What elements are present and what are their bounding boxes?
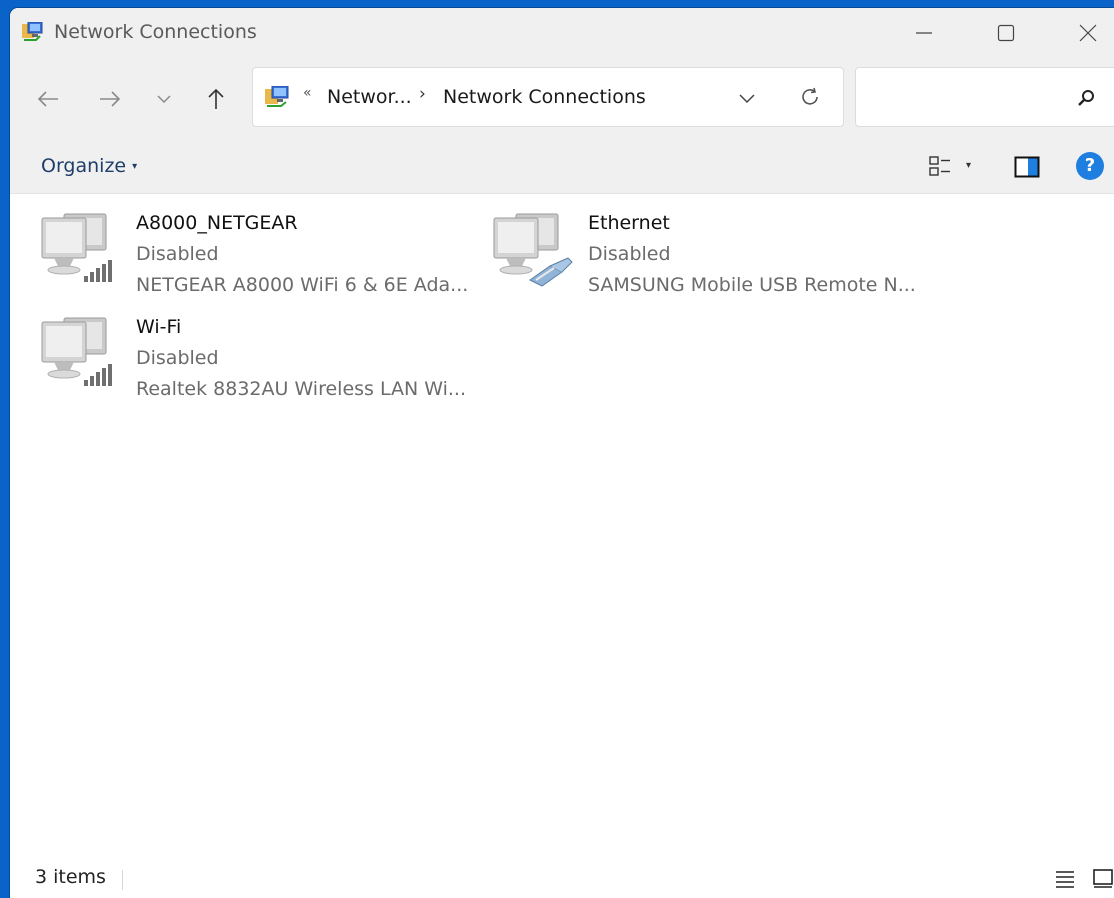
item-device: Realtek 8832AU Wireless LAN Wi... (136, 378, 467, 400)
breadcrumb-separator[interactable]: › (419, 84, 426, 104)
view-options-caret-icon[interactable]: ▾ (966, 160, 971, 171)
wireless-adapter-icon (41, 317, 112, 386)
maximize-icon (997, 24, 1015, 42)
title-bar[interactable]: Network Connections (10, 8, 1114, 58)
arrow-up-icon (208, 88, 224, 109)
navigation-bar: « Networ... › Network Connections (10, 58, 1114, 140)
change-view-icon[interactable] (928, 154, 952, 178)
recent-locations-button[interactable] (144, 81, 184, 117)
ethernet-adapter-icon (493, 213, 573, 287)
address-bar[interactable]: « Networ... › Network Connections (252, 67, 844, 127)
arrow-right-icon (100, 91, 121, 107)
close-button[interactable] (1054, 8, 1114, 58)
item-name: A8000_NETGEAR (136, 212, 298, 234)
help-icon: ? (1084, 155, 1096, 176)
arrow-left-icon (37, 91, 58, 107)
help-button[interactable]: ? (1076, 152, 1104, 180)
list-item[interactable]: Ethernet Disabled SAMSUNG Mobile USB Rem… (462, 194, 916, 296)
maximize-button[interactable] (972, 8, 1040, 58)
item-name: Ethernet (588, 212, 670, 234)
network-connections-location-icon (265, 86, 289, 107)
organize-menu-button[interactable]: Organize ▾ (41, 155, 137, 177)
details-view-icon[interactable] (1054, 868, 1076, 888)
wireless-adapter-icon (41, 213, 112, 282)
large-icons-view-icon[interactable] (1092, 868, 1114, 888)
chevron-down-icon (739, 94, 755, 104)
item-device: NETGEAR A8000 WiFi 6 & 6E Ada... (136, 274, 469, 296)
search-input[interactable] (866, 82, 1070, 112)
refresh-button[interactable] (796, 84, 824, 110)
breadcrumb-overflow-button[interactable]: « (303, 85, 312, 101)
item-count: 3 items (35, 866, 106, 888)
explorer-window: Network Connections « Networ... › Networ… (10, 8, 1114, 898)
minimize-icon (916, 32, 932, 34)
back-button[interactable] (28, 81, 68, 117)
item-device: SAMSUNG Mobile USB Remote N... (588, 274, 916, 296)
list-item[interactable]: A8000_NETGEAR Disabled NETGEAR A8000 WiF… (10, 194, 468, 296)
search-box[interactable] (855, 67, 1114, 127)
item-status: Disabled (136, 243, 219, 265)
item-status: Disabled (136, 347, 219, 369)
close-icon (1079, 24, 1097, 42)
list-item[interactable]: Wi-Fi Disabled Realtek 8832AU Wireless L… (10, 298, 466, 400)
command-bar: Organize ▾ ▾ ? (10, 140, 1114, 194)
breadcrumb-network[interactable]: Networ... (327, 86, 412, 108)
minimize-button[interactable] (890, 8, 958, 58)
network-connections-app-icon (22, 22, 43, 41)
refresh-icon (802, 87, 818, 105)
search-icon[interactable] (1076, 88, 1096, 108)
preview-pane-icon[interactable] (1014, 156, 1040, 178)
file-list[interactable]: A8000_NETGEAR Disabled NETGEAR A8000 WiF… (10, 194, 1114, 858)
item-name: Wi-Fi (136, 316, 182, 338)
status-bar: 3 items (10, 858, 1114, 898)
up-button[interactable] (196, 81, 236, 117)
forward-button[interactable] (90, 81, 130, 117)
address-history-button[interactable] (733, 86, 761, 110)
window-title: Network Connections (54, 21, 257, 43)
organize-label: Organize (41, 155, 127, 177)
status-divider (122, 870, 123, 890)
caret-down-icon: ▾ (132, 161, 138, 172)
chevron-down-icon (157, 95, 171, 104)
breadcrumb-network-connections[interactable]: Network Connections (443, 86, 646, 108)
item-status: Disabled (588, 243, 671, 265)
